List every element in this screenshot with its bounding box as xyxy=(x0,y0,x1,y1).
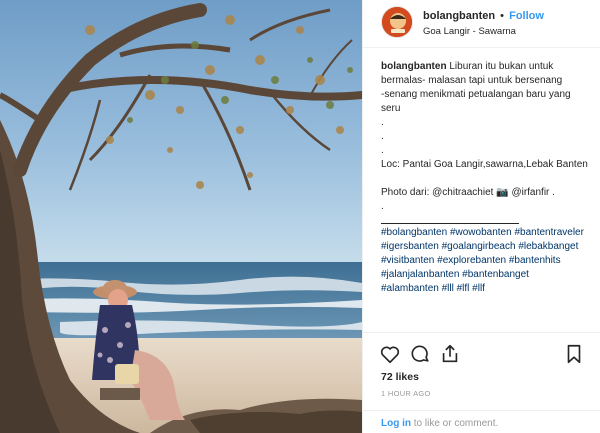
comment-bar: Log in to like or comment. xyxy=(363,410,600,433)
post-timestamp[interactable]: 1 HOUR AGO xyxy=(381,389,431,398)
avatar[interactable] xyxy=(381,6,413,38)
caption-text-1: Liburan itu bukan untuk xyxy=(449,61,554,72)
caption-divider xyxy=(381,214,519,224)
hashtag-line[interactable]: #alambanten #lll #lfl #llf xyxy=(381,282,597,296)
login-prompt-text: to like or comment. xyxy=(413,418,499,429)
location-link[interactable]: Goa Langir - Sawarna xyxy=(423,26,516,37)
header-title-row: bolangbanten • Follow xyxy=(423,10,544,22)
caption: bolangbanten Liburan itu bukan untuk ber… xyxy=(381,60,597,296)
caption-text-3: -senang menikmati petualangan baru yang xyxy=(381,89,571,100)
camera-icon: 📷 xyxy=(496,187,509,198)
caption-line-1: bolangbanten Liburan itu bukan untuk xyxy=(381,60,597,74)
likes-count[interactable]: 72 likes xyxy=(381,371,419,383)
heart-icon[interactable] xyxy=(379,343,401,365)
bolangbanten-logo-avatar-icon xyxy=(382,7,412,37)
post-side-panel: bolangbanten • Follow Goa Langir - Sawar… xyxy=(362,0,600,433)
post-actions: 72 likes 1 HOUR AGO Log in to like or co… xyxy=(363,332,600,432)
caption-credit-suffix[interactable]: @irfanfir . xyxy=(511,187,555,198)
caption-dot: . xyxy=(381,145,384,156)
hashtag-line[interactable]: #visitbanten #explorebanten #bantenhits xyxy=(381,254,597,268)
login-prompt: Log in to like or comment. xyxy=(381,418,498,429)
login-link[interactable]: Log in xyxy=(381,418,411,429)
hashtag-line[interactable]: #jalanjalanbanten #bantenbanget xyxy=(381,268,597,282)
share-icon[interactable] xyxy=(439,343,461,365)
post-header: bolangbanten • Follow Goa Langir - Sawar… xyxy=(363,0,600,48)
post-photo[interactable] xyxy=(0,0,362,433)
caption-dot: . xyxy=(381,117,384,128)
header-separator: • xyxy=(500,10,505,22)
hashtag-line[interactable]: #igersbanten #goalangirbeach #lebakbange… xyxy=(381,240,597,254)
caption-text-2: bermalas- malasan tapi untuk bersenang xyxy=(381,75,563,86)
comment-icon[interactable] xyxy=(409,343,431,365)
instagram-post: bolangbanten • Follow Goa Langir - Sawar… xyxy=(0,0,600,433)
beach-photo-image xyxy=(0,0,362,433)
caption-username[interactable]: bolangbanten xyxy=(381,61,447,72)
follow-button[interactable]: Follow xyxy=(509,10,544,22)
caption-location-line: Loc: Pantai Goa Langir,sawarna,Lebak Ban… xyxy=(381,159,588,170)
hashtag-line[interactable]: #bolangbanten #wowobanten #bantentravele… xyxy=(381,226,597,240)
caption-photo-credit: Photo dari: @chitraachiet 📷 @irfanfir . xyxy=(381,186,597,200)
caption-credit-prefix[interactable]: Photo dari: @chitraachiet xyxy=(381,187,493,198)
bookmark-icon[interactable] xyxy=(563,343,585,365)
header-username[interactable]: bolangbanten xyxy=(423,10,495,22)
caption-dot: . xyxy=(381,201,384,212)
caption-text-4: seru xyxy=(381,103,401,114)
caption-dot: . xyxy=(381,131,384,142)
